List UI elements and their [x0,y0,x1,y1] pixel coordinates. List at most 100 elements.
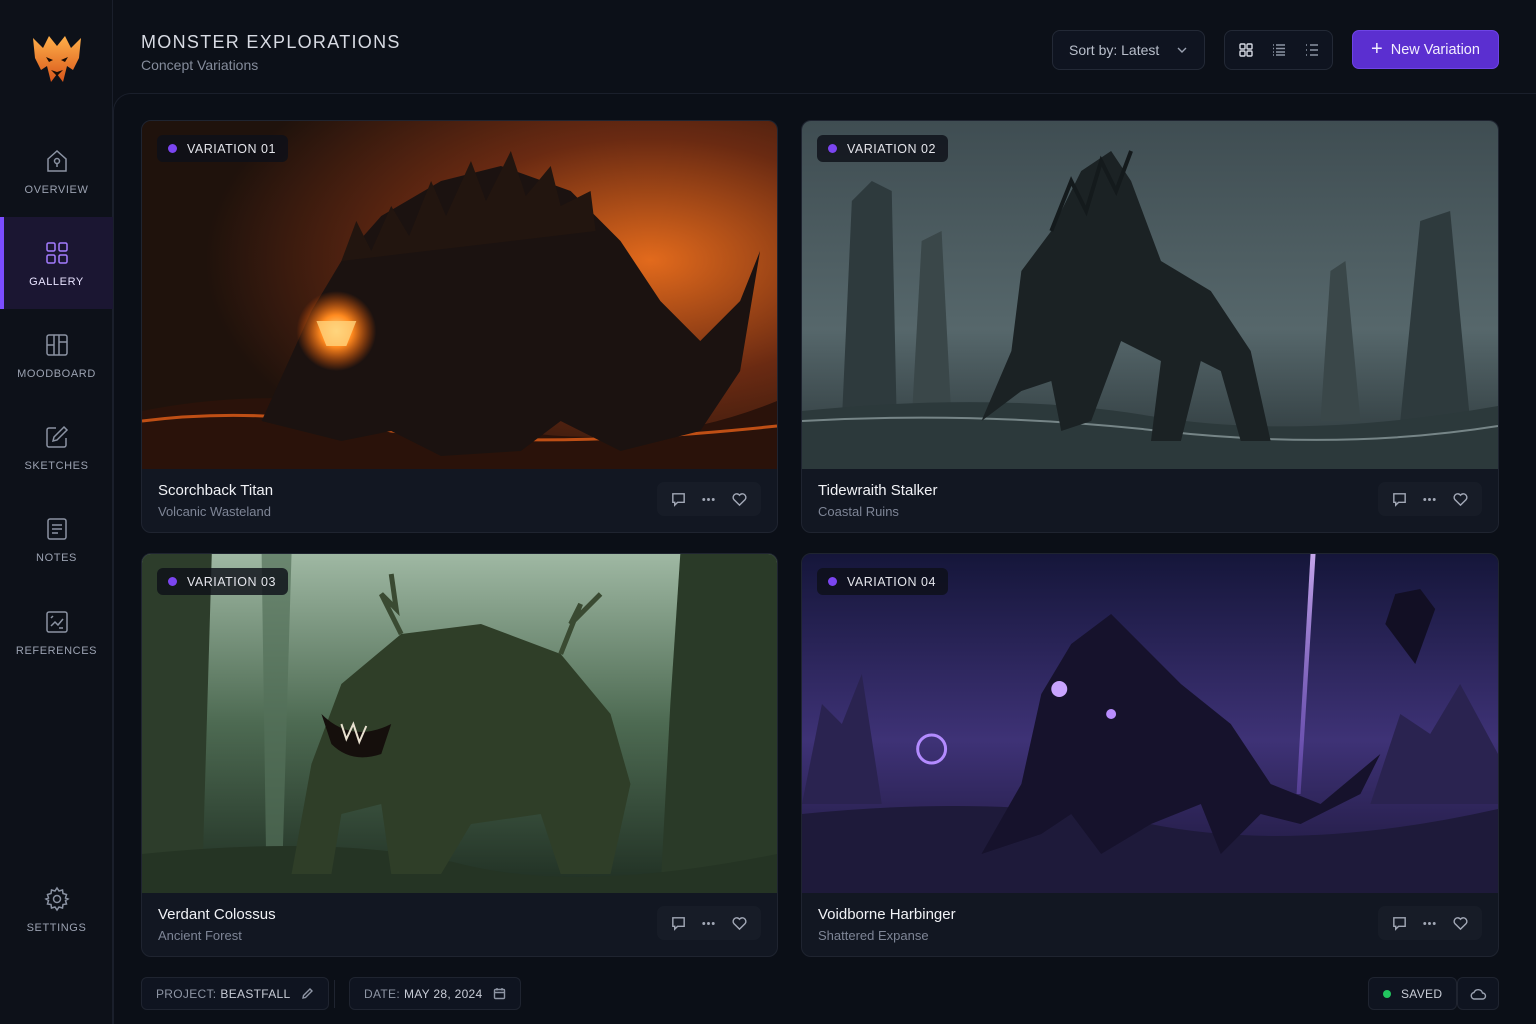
card-actions [1378,906,1482,940]
favorite-button[interactable] [727,486,753,512]
sidebar-item-notes[interactable]: NOTES [0,493,113,585]
variation-card[interactable]: VARIATION 02 Tidewraith Stalker Coastal … [801,120,1499,533]
monster-artwork-image [802,554,1498,893]
more-button[interactable] [696,486,722,512]
ellipsis-icon [1423,497,1437,501]
grid-view-button[interactable] [1232,36,1260,64]
variation-card[interactable]: VARIATION 01 Scorchback Titan Volcanic W… [141,120,778,533]
monster-artwork-image [142,121,777,469]
project-chip[interactable]: PROJECT: BEASTFALL [141,977,329,1010]
card-footer: Tidewraith Stalker Coastal Ruins [802,468,1498,532]
compact-list-icon [1305,44,1318,56]
grid-view-icon [1238,43,1253,57]
comment-icon [1392,492,1406,507]
moodboard-icon [45,333,68,356]
gear-icon [43,886,70,911]
date-value: MAY 28, 2024 [403,986,483,1001]
comment-button[interactable] [1386,486,1412,512]
variation-badge: VARIATION 03 [157,568,288,595]
monster-location: Shattered Expanse [818,928,929,943]
comment-icon [671,492,685,507]
sidebar-item-moodboard[interactable]: MOODBOARD [0,309,113,401]
sidebar-item-label: SETTINGS [26,921,87,934]
sidebar-item-label: GALLERY [29,275,84,288]
references-icon [45,610,68,633]
sidebar-item-label: SKETCHES [24,459,89,472]
saved-dot [1383,989,1391,998]
card-footer: Scorchback Titan Volcanic Wasteland [142,468,777,532]
badge-label: VARIATION 02 [847,141,936,156]
date-key: DATE: [364,986,400,1001]
badge-label: VARIATION 01 [187,141,276,156]
card-actions [657,906,761,940]
monster-artwork-image [142,554,777,893]
footer-divider [334,980,335,1008]
saved-status: SAVED [1368,977,1458,1010]
card-footer: Voidborne Harbinger Shattered Expanse [802,892,1498,956]
sidebar-item-label: NOTES [36,551,77,564]
variation-card[interactable]: VARIATION 04 Voidborne Harbinger Shatter… [801,553,1499,957]
more-button[interactable] [1417,910,1443,936]
sidebar-item-overview[interactable]: OVERVIEW [0,125,113,217]
sort-dropdown[interactable]: Sort by: Latest [1052,30,1205,70]
comment-icon [1392,916,1406,931]
sidebar-item-sketches[interactable]: SKETCHES [0,401,113,493]
chevron-down-icon [1177,47,1187,53]
monster-name: Voidborne Harbinger [818,906,956,923]
page-subtitle: Concept Variations [141,57,259,73]
sidebar-item-label: OVERVIEW [24,183,89,196]
heart-icon [1453,492,1468,506]
grid-icon [45,241,68,264]
comment-button[interactable] [665,486,691,512]
beast-logo-icon[interactable] [29,30,85,88]
heart-icon [732,916,747,930]
status-dot [828,144,837,153]
status-dot [168,144,177,153]
card-actions [657,482,761,516]
date-chip[interactable]: DATE: MAY 28, 2024 [349,977,521,1010]
cloud-sync-button[interactable] [1457,977,1499,1010]
monster-name: Tidewraith Stalker [818,482,938,499]
new-variation-button[interactable]: + New Variation [1352,30,1499,69]
favorite-button[interactable] [1448,910,1474,936]
variation-badge: VARIATION 01 [157,135,288,162]
list-view-icon [1272,44,1285,56]
monster-name: Scorchback Titan [158,482,274,499]
plus-icon: + [1371,37,1383,60]
heart-icon [732,492,747,506]
list-view-button[interactable] [1265,36,1293,64]
new-variation-label: New Variation [1390,41,1480,58]
comment-icon [671,916,685,931]
compact-list-button[interactable] [1298,36,1326,64]
monster-location: Volcanic Wasteland [158,504,271,519]
status-dot [168,577,177,586]
sidebar-item-gallery[interactable]: GALLERY [0,217,113,309]
notes-icon [46,517,67,540]
home-icon [46,149,67,172]
comment-button[interactable] [1386,910,1412,936]
comment-button[interactable] [665,910,691,936]
card-footer: Verdant Colossus Ancient Forest [142,892,777,956]
sort-label: Sort by: Latest [1069,42,1160,58]
favorite-button[interactable] [727,910,753,936]
edit-icon [301,988,313,999]
ellipsis-icon [1423,921,1437,925]
card-actions [1378,482,1482,516]
sidebar-item-settings[interactable]: SETTINGS [0,863,113,955]
variation-card[interactable]: VARIATION 03 Verdant Colossus Ancient Fo… [141,553,778,957]
status-dot [828,577,837,586]
favorite-button[interactable] [1448,486,1474,512]
monster-name: Verdant Colossus [158,906,276,923]
variation-badge: VARIATION 04 [817,568,948,595]
project-name: BEASTFALL [220,986,291,1001]
sidebar-item-references[interactable]: REFERENCES [0,586,113,678]
sidebar-item-label: MOODBOARD [17,367,96,380]
badge-label: VARIATION 03 [187,574,276,589]
heart-icon [1453,916,1468,930]
more-button[interactable] [696,910,722,936]
ellipsis-icon [702,921,716,925]
pencil-icon [45,425,68,448]
monster-location: Coastal Ruins [818,504,899,519]
project-key: PROJECT: [156,986,217,1001]
more-button[interactable] [1417,486,1443,512]
